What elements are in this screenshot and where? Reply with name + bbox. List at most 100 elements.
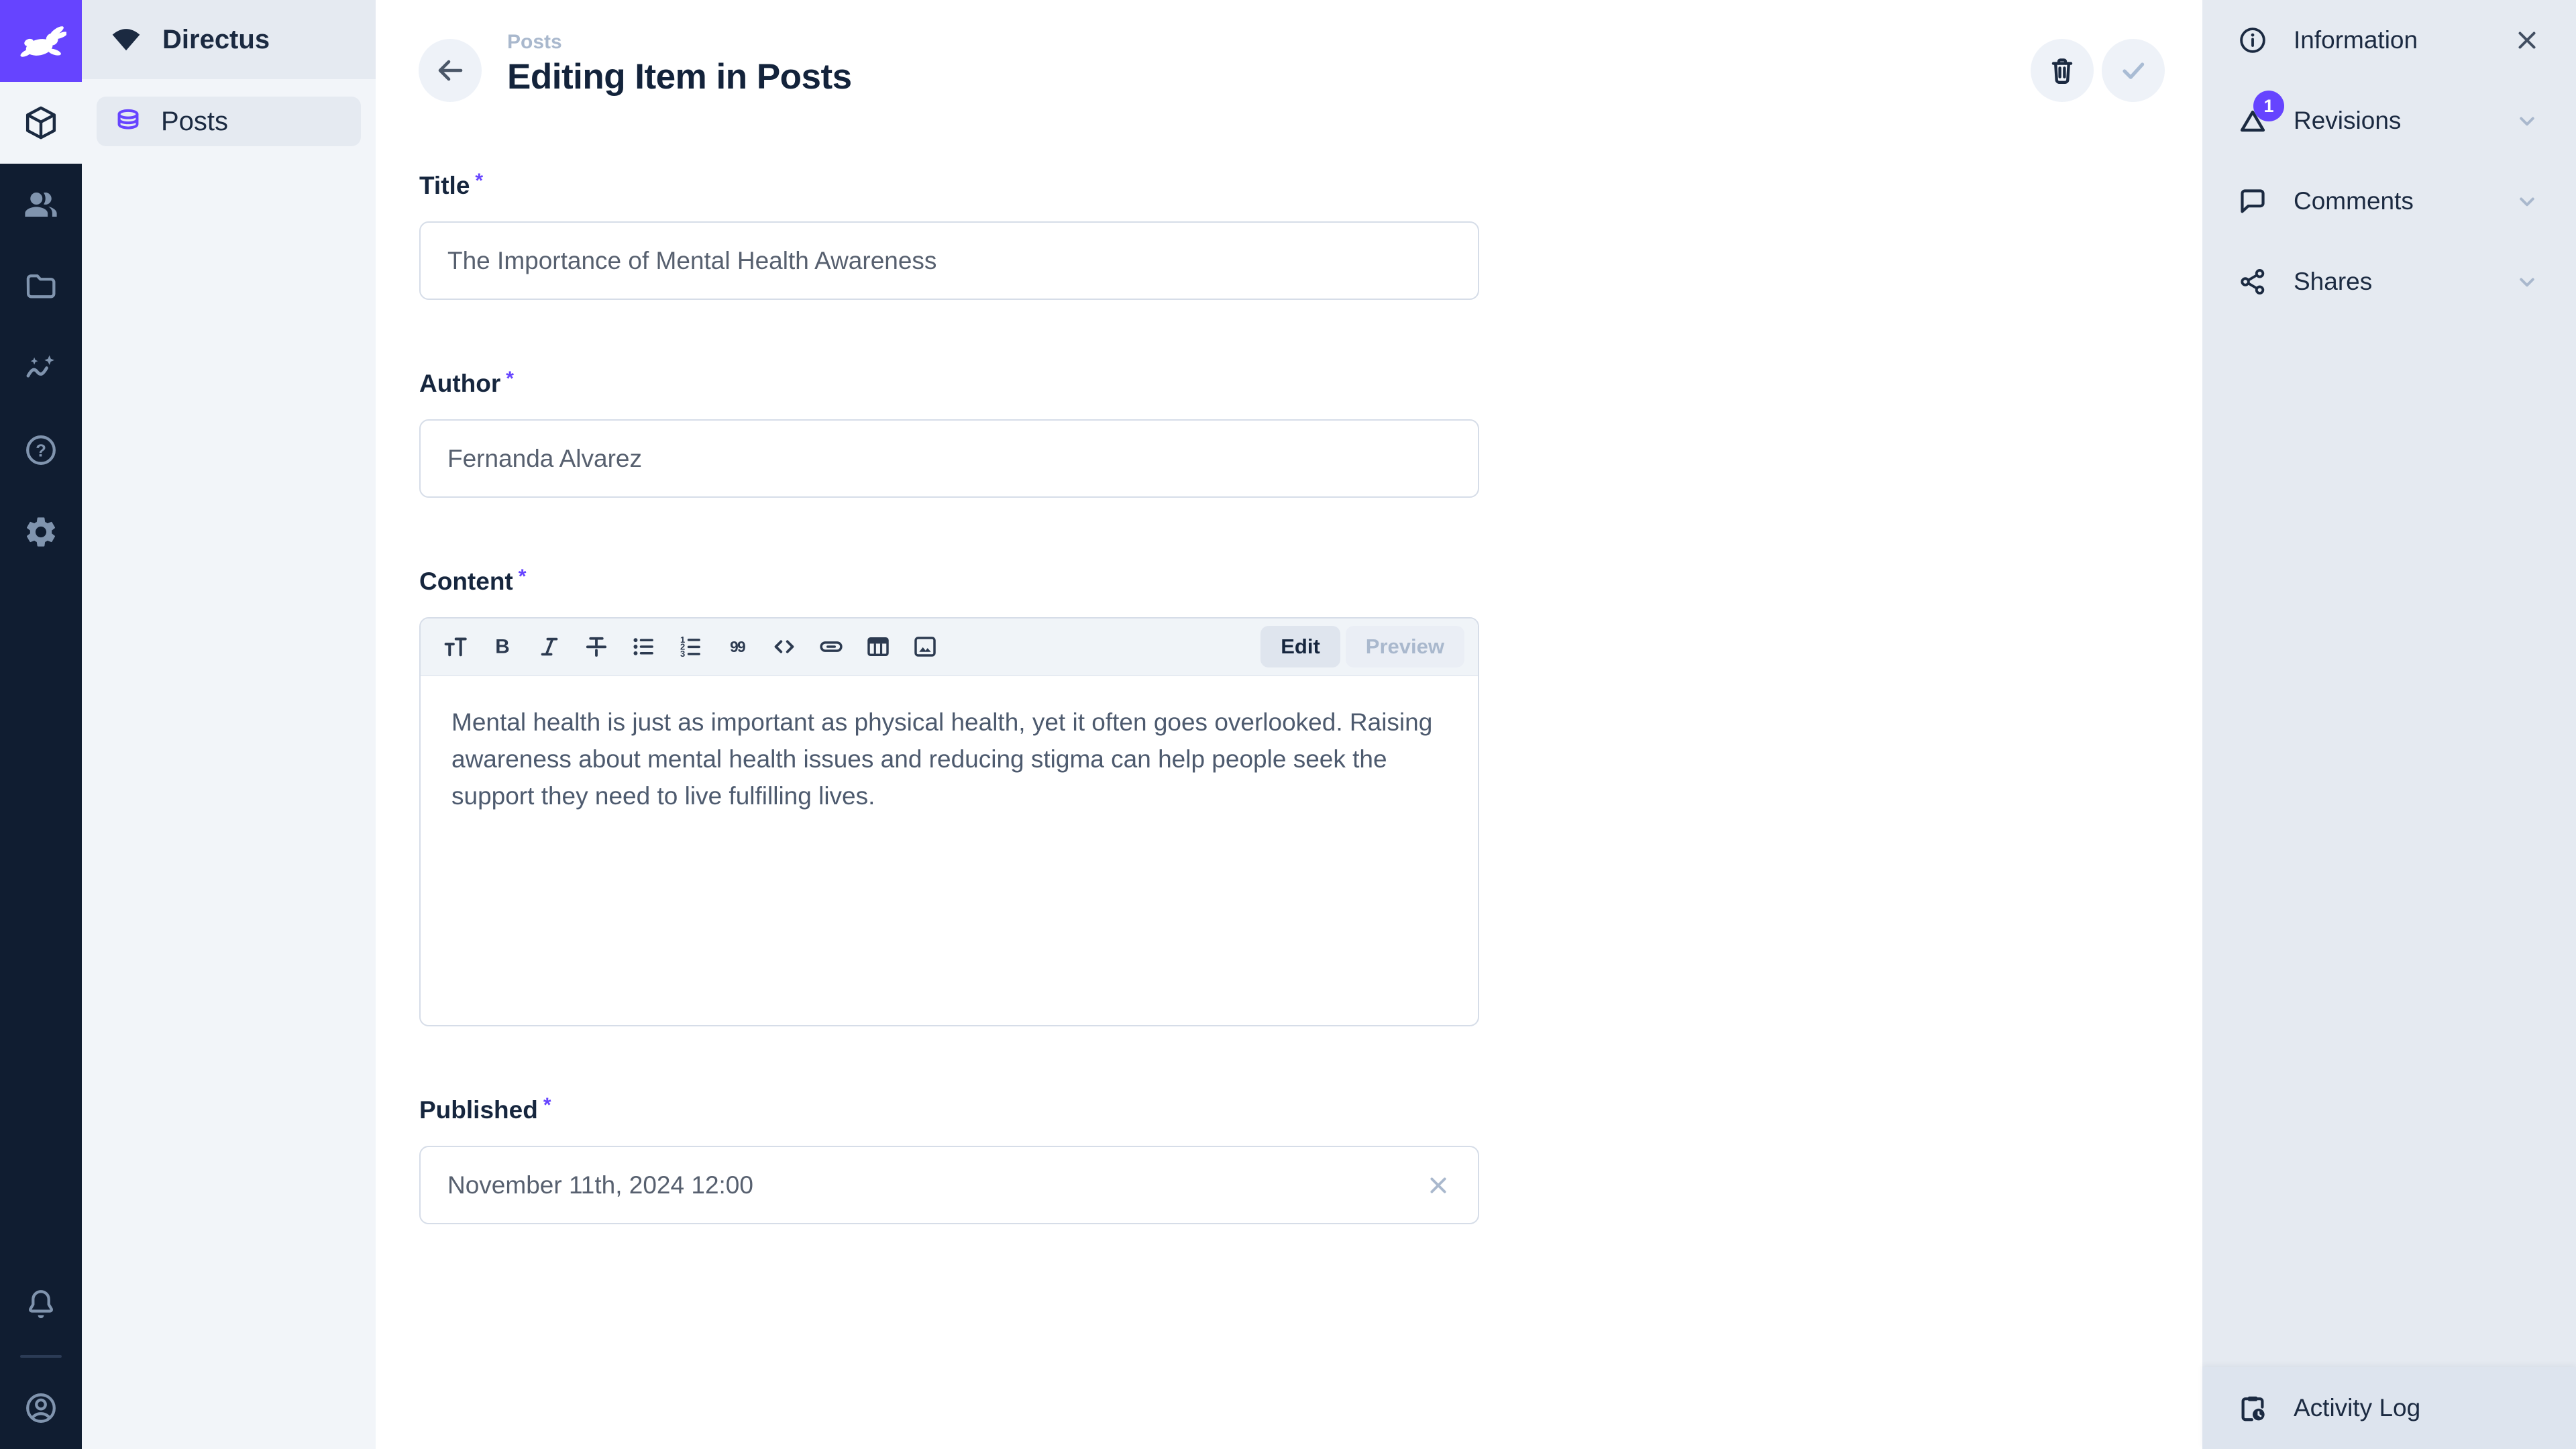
account-button[interactable] [0,1367,82,1449]
svg-text:99: 99 [730,638,745,655]
link-icon [817,633,845,661]
comment-icon [2237,186,2268,217]
field-label: Author* [419,370,1479,398]
module-users[interactable] [0,164,82,246]
heading-button[interactable] [434,625,477,668]
share-icon [2237,266,2268,297]
italic-button[interactable] [528,625,571,668]
module-files[interactable] [0,246,82,327]
image-icon [911,633,939,661]
sidebar-section-shares[interactable]: Shares [2202,241,2576,322]
clear-date-button[interactable] [1424,1171,1452,1199]
folder-icon [23,268,59,305]
directus-logo[interactable] [0,0,82,82]
gear-icon [23,514,59,550]
editor-mode-toggle: Edit Preview [1260,626,1464,667]
insights-icon [23,350,59,386]
bold-button[interactable]: B [481,625,524,668]
module-bar: ? [0,0,82,1449]
code-button[interactable] [763,625,806,668]
field-label: Content * [419,568,1479,596]
chevron-down-icon [2513,107,2541,135]
edit-tab[interactable]: Edit [1260,626,1340,667]
required-marker: * [519,566,527,588]
published-input[interactable] [419,1146,1479,1224]
page-title: Editing Item in Posts [507,55,852,99]
account-circle-icon [23,1390,59,1426]
sidebar-section-label: Information [2294,26,2418,54]
field-label: Published* [419,1096,1479,1124]
editor-toolbar: B [421,619,1478,676]
expand-revisions[interactable] [2513,107,2541,135]
preview-tab[interactable]: Preview [1346,626,1464,667]
sidebar-section-information[interactable]: Information [2202,0,2576,80]
rabbit-logo-icon [15,15,66,66]
project-name: Directus [162,25,270,55]
check-icon [2117,54,2149,87]
expand-comments[interactable] [2513,187,2541,215]
required-marker: * [506,368,514,390]
project-header[interactable]: Directus [82,0,376,79]
users-icon [23,186,59,223]
close-icon [2513,26,2541,54]
published-input-wrap [419,1146,1479,1224]
sidebar-section-revisions[interactable]: 1 Revisions [2202,80,2576,161]
delete-button[interactable] [2031,39,2094,102]
module-insights[interactable] [0,327,82,409]
strikethrough-button[interactable] [575,625,618,668]
module-settings[interactable] [0,491,82,573]
published-label: Published [419,1096,538,1124]
module-content[interactable] [0,82,82,164]
trash-icon [2046,54,2078,87]
module-bar-divider [20,1355,62,1358]
database-icon [113,106,144,137]
edit-form: Title* Author* Content * [376,102,1479,1224]
sidebar-item-posts[interactable]: Posts [97,97,361,146]
close-icon [1424,1171,1452,1199]
content-textarea[interactable]: Mental health is just as important as ph… [421,676,1478,1025]
field-published: Published* [419,1096,1479,1224]
sidebar-section-label: Shares [2294,268,2372,296]
title-input[interactable] [419,221,1479,300]
bell-icon [23,1287,59,1323]
save-button[interactable] [2102,39,2165,102]
svg-text:B: B [495,636,510,658]
table-button[interactable] [857,625,900,668]
info-icon [2237,25,2268,56]
sidebar-section-comments[interactable]: Comments [2202,161,2576,241]
field-author: Author* [419,370,1479,498]
activity-log-button[interactable]: Activity Log [2202,1367,2576,1449]
back-button[interactable] [419,39,482,102]
expand-shares[interactable] [2513,268,2541,296]
nav-item-label: Posts [161,107,228,137]
right-sidebar: Information 1 Revisions [2202,0,2576,1449]
image-button[interactable] [904,625,947,668]
breadcrumb[interactable]: Posts [507,30,852,55]
directus-app: ? [0,0,2576,1449]
notifications-button[interactable] [0,1264,82,1346]
close-sidebar-button[interactable] [2513,26,2541,54]
table-icon [864,633,892,661]
bulleted-list-icon [629,633,657,661]
module-docs[interactable]: ? [0,409,82,491]
activity-log-label: Activity Log [2294,1394,2420,1422]
numbered-list-button[interactable]: 1 2 3 [669,625,712,668]
blockquote-button[interactable]: 99 [716,625,759,668]
clipboard-clock-icon [2237,1393,2268,1424]
sidebar-section-label: Comments [2294,187,2414,215]
revisions-count-badge: 1 [2253,91,2284,121]
required-marker: * [475,170,483,192]
field-label: Title* [419,172,1479,200]
revisions-icon-wrap: 1 [2237,105,2268,136]
title-block: Posts Editing Item in Posts [507,30,852,99]
content-label: Content [419,568,513,595]
blockquote-icon: 99 [723,633,751,661]
main-content: Posts Editing Item in Posts [376,0,2202,1449]
heading-icon [441,633,470,661]
bulleted-list-button[interactable] [622,625,665,668]
field-title: Title* [419,172,1479,300]
link-button[interactable] [810,625,853,668]
author-input[interactable] [419,419,1479,498]
header-actions [2031,39,2165,102]
svg-text:3: 3 [680,649,685,659]
